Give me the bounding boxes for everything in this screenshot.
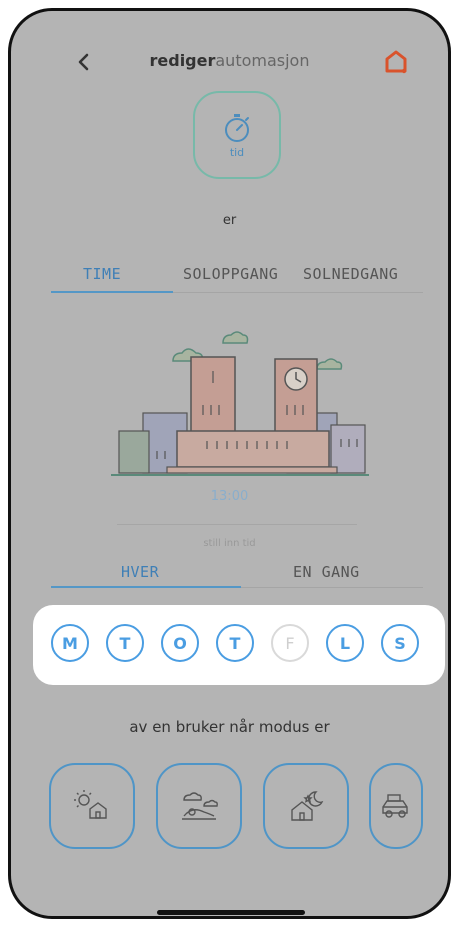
tab-time[interactable]: TIME xyxy=(83,265,121,283)
time-divider xyxy=(117,524,357,525)
city-hall-illustration xyxy=(111,331,369,476)
home-night-icon xyxy=(291,791,324,821)
weekday-selector: M T O T F L S xyxy=(33,605,445,685)
home-indicator[interactable] xyxy=(157,910,305,915)
page-title-bold: rediger xyxy=(149,51,216,70)
day-sunday[interactable]: S xyxy=(381,624,419,662)
mode-text: av en bruker når modus er xyxy=(129,718,330,736)
home-button[interactable] xyxy=(381,47,411,77)
day-monday[interactable]: M xyxy=(51,624,89,662)
home-day-icon xyxy=(74,790,107,819)
repeat-tabs: HVER EN GANG xyxy=(51,563,423,593)
mode-home-day[interactable] xyxy=(49,763,135,849)
tab-active-indicator xyxy=(51,291,173,293)
tab-soloppgang[interactable]: SOLOPPGANG xyxy=(183,265,278,283)
day-thursday[interactable]: T xyxy=(216,624,254,662)
day-friday[interactable]: F xyxy=(271,624,309,662)
away-outdoor-icon xyxy=(182,792,218,820)
tab-hver[interactable]: HVER xyxy=(121,563,159,581)
mode-travel[interactable] xyxy=(369,763,423,849)
tab-en-gang[interactable]: EN GANG xyxy=(293,563,360,581)
home-alert-icon xyxy=(385,50,407,74)
mode-home-night[interactable] xyxy=(263,763,349,849)
condition-text: er xyxy=(222,213,237,228)
repeat-tab-active-indicator xyxy=(51,586,241,588)
stopwatch-icon xyxy=(225,113,249,142)
trigger-card[interactable]: tid xyxy=(193,91,281,179)
time-value[interactable]: 13:00 xyxy=(11,489,448,504)
day-saturday[interactable]: L xyxy=(326,624,364,662)
page-title-rest: automasjon xyxy=(215,51,310,70)
time-type-tabs: TIME SOLOPPGANG SOLNEDGANG xyxy=(51,265,423,295)
day-wednesday[interactable]: O xyxy=(161,624,199,662)
mode-away[interactable] xyxy=(156,763,242,849)
travel-car-icon xyxy=(382,794,408,818)
trigger-label: tid xyxy=(229,145,245,159)
time-hint: still inn tid xyxy=(203,538,256,549)
day-tuesday[interactable]: T xyxy=(106,624,144,662)
tab-solnedgang[interactable]: SOLNEDGANG xyxy=(303,265,398,283)
phone-frame: redigerautomasjon tid er TIME SOLOPPGANG… xyxy=(8,8,451,919)
